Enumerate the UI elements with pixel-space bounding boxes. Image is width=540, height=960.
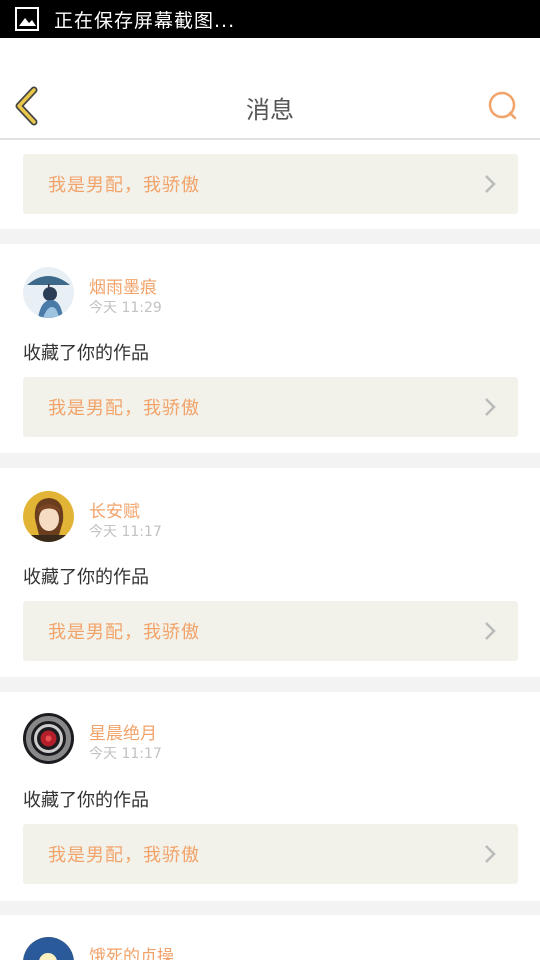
work-title: 我是男配，我骄傲	[48, 845, 200, 866]
action-text: 收藏了你的作品	[23, 343, 149, 364]
avatar[interactable]	[23, 937, 74, 960]
timestamp: 今天 11:17	[89, 746, 162, 762]
message-list[interactable]: 我是男配，我骄傲 烟雨墨痕 今天 11:29 收藏了你的作品 我是男配，我骄傲	[0, 140, 540, 960]
header: 消息	[0, 38, 540, 140]
page-title: 消息	[246, 96, 294, 124]
message-card: 我是男配，我骄傲	[0, 140, 540, 229]
image-icon	[15, 7, 39, 31]
username[interactable]: 星晨绝月	[89, 719, 157, 744]
search-icon[interactable]	[486, 90, 518, 122]
timestamp: 今天 11:17	[89, 524, 162, 540]
username[interactable]: 烟雨墨痕	[89, 273, 157, 298]
message-card: 烟雨墨痕 今天 11:29 收藏了你的作品 我是男配，我骄傲	[0, 244, 540, 453]
work-title: 我是男配，我骄傲	[48, 175, 200, 196]
chevron-right-icon	[485, 845, 496, 863]
message-card: 饿死的贞操	[0, 915, 540, 960]
avatar[interactable]	[23, 713, 74, 764]
status-text: 正在保存屏幕截图...	[54, 9, 236, 32]
message-card: 长安赋 今天 11:17 收藏了你的作品 我是男配，我骄傲	[0, 468, 540, 677]
work-title: 我是男配，我骄傲	[48, 398, 200, 419]
avatar[interactable]	[23, 491, 74, 542]
avatar[interactable]	[23, 267, 74, 318]
username[interactable]: 饿死的贞操	[89, 942, 174, 960]
work-link[interactable]: 我是男配，我骄傲	[23, 824, 518, 884]
chevron-right-icon	[485, 622, 496, 640]
work-link[interactable]: 我是男配，我骄傲	[23, 377, 518, 437]
work-title: 我是男配，我骄傲	[48, 622, 200, 643]
work-link[interactable]: 我是男配，我骄傲	[23, 154, 518, 214]
username[interactable]: 长安赋	[89, 497, 140, 522]
message-card: 星晨绝月 今天 11:17 收藏了你的作品 我是男配，我骄傲	[0, 692, 540, 901]
work-link[interactable]: 我是男配，我骄傲	[23, 601, 518, 661]
action-text: 收藏了你的作品	[23, 567, 149, 588]
status-bar: 正在保存屏幕截图...	[0, 0, 540, 38]
action-text: 收藏了你的作品	[23, 790, 149, 811]
timestamp: 今天 11:29	[89, 300, 162, 316]
chevron-right-icon	[485, 175, 496, 193]
chevron-right-icon	[485, 398, 496, 416]
